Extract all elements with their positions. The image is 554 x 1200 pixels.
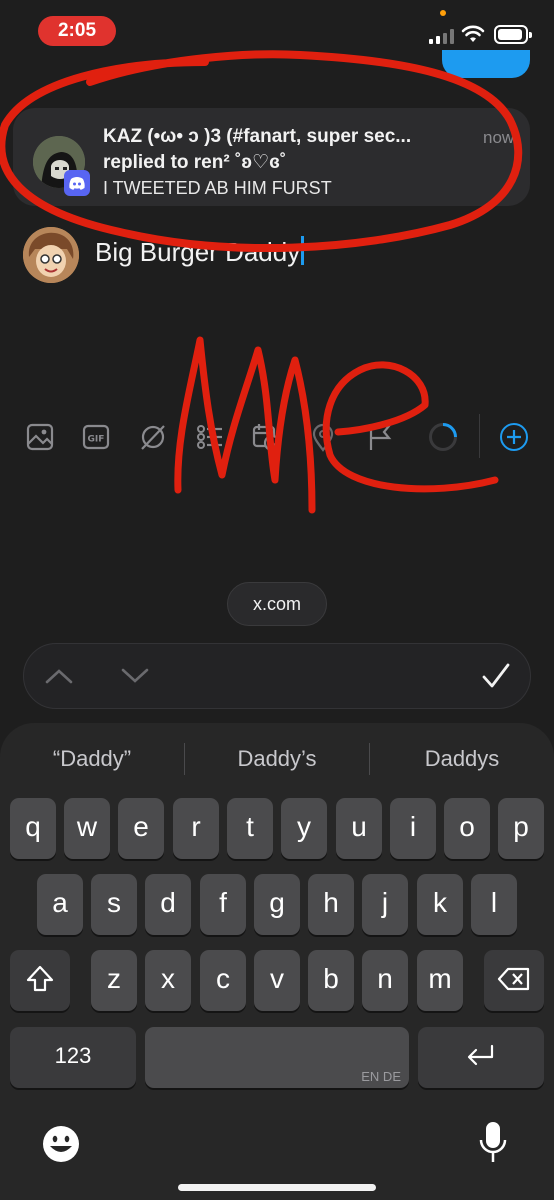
suggestion-2[interactable]: Daddy’s xyxy=(185,746,369,772)
key-q[interactable]: q xyxy=(10,798,56,859)
microphone-icon[interactable] xyxy=(478,1120,508,1166)
home-indicator xyxy=(178,1184,376,1191)
grok-icon[interactable] xyxy=(138,422,168,452)
notification-body: I TWEETED AB HIM FURST xyxy=(103,178,332,198)
emoji-icon[interactable] xyxy=(41,1124,81,1164)
key-a[interactable]: a xyxy=(37,874,83,935)
numbers-key[interactable]: 123 xyxy=(10,1027,136,1088)
key-g[interactable]: g xyxy=(254,874,300,935)
key-x[interactable]: x xyxy=(145,950,191,1011)
key-e[interactable]: e xyxy=(118,798,164,859)
key-j[interactable]: j xyxy=(362,874,408,935)
add-post-icon[interactable] xyxy=(499,422,529,452)
shift-icon xyxy=(26,965,54,992)
space-key[interactable]: EN DE xyxy=(145,1027,409,1088)
return-icon xyxy=(467,1044,494,1066)
notification-banner[interactable]: KAZ (•ω• ↄ )3 (#fanart, super sec... rep… xyxy=(13,108,530,206)
key-v[interactable]: v xyxy=(254,950,300,1011)
text-caret xyxy=(301,236,305,265)
find-bar xyxy=(23,643,531,709)
compose-text: Big Burger Daddy xyxy=(95,237,301,267)
checkmark-icon[interactable] xyxy=(481,662,511,690)
gif-icon[interactable]: GIF xyxy=(81,422,111,452)
post-button[interactable] xyxy=(442,50,530,78)
key-d[interactable]: d xyxy=(145,874,191,935)
return-key[interactable] xyxy=(418,1027,544,1088)
signal-icon xyxy=(429,29,455,44)
key-r[interactable]: r xyxy=(173,798,219,859)
notification-subtitle: replied to ren² ˚ʚ♡ɞ˚ xyxy=(103,152,287,173)
image-icon[interactable] xyxy=(25,422,55,452)
battery-icon xyxy=(494,25,532,44)
key-m[interactable]: m xyxy=(417,950,463,1011)
chevron-up-icon[interactable] xyxy=(44,666,74,686)
key-u[interactable]: u xyxy=(336,798,382,859)
compose-toolbar: GIF xyxy=(0,412,554,462)
delete-key[interactable] xyxy=(484,950,544,1011)
key-z[interactable]: z xyxy=(91,950,137,1011)
key-i[interactable]: i xyxy=(390,798,436,859)
toolbar-divider xyxy=(479,414,480,458)
key-h[interactable]: h xyxy=(308,874,354,935)
key-s[interactable]: s xyxy=(91,874,137,935)
svg-text:GIF: GIF xyxy=(88,435,105,445)
notification-title: KAZ (•ω• ↄ )3 (#fanart, super sec... xyxy=(103,126,412,147)
language-label: EN DE xyxy=(361,1069,401,1084)
poll-icon[interactable] xyxy=(195,422,225,452)
key-w[interactable]: w xyxy=(64,798,110,859)
delete-icon xyxy=(497,967,530,991)
suggestion-1[interactable]: “Daddy” xyxy=(0,746,184,772)
location-icon[interactable] xyxy=(308,422,338,452)
chevron-down-icon[interactable] xyxy=(120,666,150,686)
key-f[interactable]: f xyxy=(200,874,246,935)
wifi-icon xyxy=(461,25,485,42)
notification-time: now xyxy=(483,128,515,147)
privacy-indicator xyxy=(440,10,446,16)
key-c[interactable]: c xyxy=(200,950,246,1011)
key-k[interactable]: k xyxy=(417,874,463,935)
user-avatar[interactable] xyxy=(23,227,79,283)
character-count-ring xyxy=(429,423,457,451)
url-domain-pill[interactable]: x.com xyxy=(227,582,327,626)
key-t[interactable]: t xyxy=(227,798,273,859)
key-y[interactable]: y xyxy=(281,798,327,859)
key-o[interactable]: o xyxy=(444,798,490,859)
flag-icon[interactable] xyxy=(365,422,395,452)
key-n[interactable]: n xyxy=(362,950,408,1011)
schedule-icon[interactable] xyxy=(251,422,281,452)
discord-icon xyxy=(64,170,90,196)
shift-key[interactable] xyxy=(10,950,70,1011)
compose-input[interactable]: Big Burger Daddy xyxy=(95,236,305,268)
key-l[interactable]: l xyxy=(471,874,517,935)
status-time[interactable]: 2:05 xyxy=(38,16,116,46)
key-b[interactable]: b xyxy=(308,950,354,1011)
key-p[interactable]: p xyxy=(498,798,544,859)
suggestion-3[interactable]: Daddys xyxy=(370,746,554,772)
